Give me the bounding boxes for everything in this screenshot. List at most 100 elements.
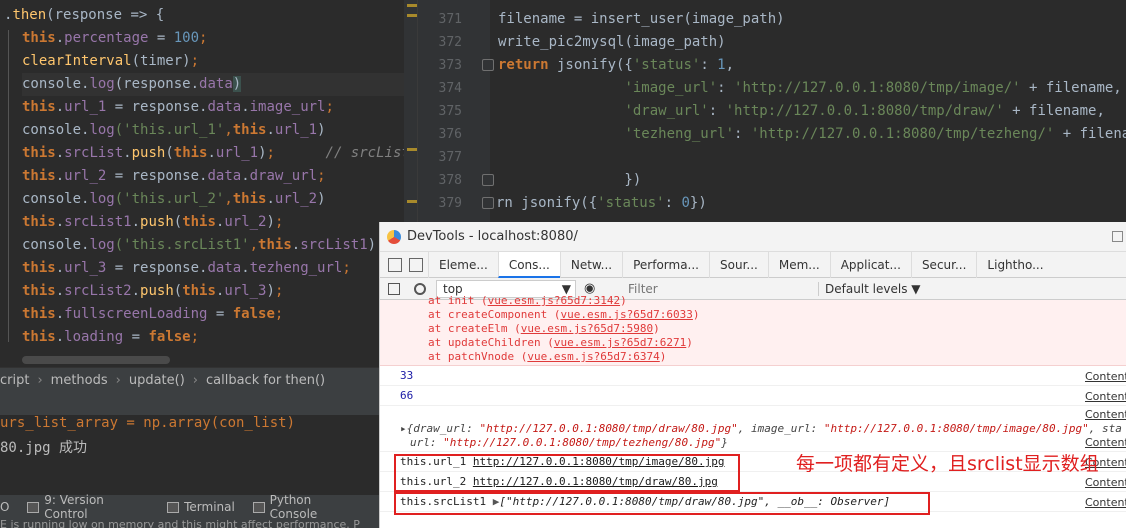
code-line[interactable]: this.url_3 = response.data.tezheng_url; <box>22 257 412 280</box>
stack-frame: at patchVnode (vue.esm.js?65d7:6374) <box>428 350 667 363</box>
line-number: 378 <box>438 173 462 188</box>
code-line[interactable]: filename = insert_user(image_path) <box>498 8 785 31</box>
code-line[interactable]: this.url_1 = response.data.image_url; <box>22 96 412 119</box>
stack-frame: at updateChildren (vue.esm.js?65d7:6271) <box>428 336 693 349</box>
breadcrumb-item[interactable]: methods <box>51 373 108 388</box>
code-line[interactable]: }) <box>498 169 641 192</box>
stack-source-link[interactable]: vue.esm.js?65d7:3142 <box>488 294 620 307</box>
log-levels-dropdown[interactable]: Default levels ▼ <box>818 281 921 296</box>
stripe-mark[interactable] <box>407 148 417 151</box>
code-line[interactable]: 'draw_url': 'http://127.0.0.1:8080/tmp/d… <box>498 100 1104 123</box>
line-number-gutter: 371 372 373 374 375 376 377 378 379 <box>418 0 494 222</box>
stack-frame: at init (vue.esm.js?65d7:3142) <box>428 294 627 307</box>
tool-tab[interactable]: O <box>0 500 9 514</box>
code-line[interactable]: this.srcList1.push(this.url_2); <box>22 211 412 234</box>
stripe-mark[interactable] <box>407 14 417 17</box>
stack-source-link[interactable]: vue.esm.js?65d7:6374 <box>527 350 659 363</box>
log-number: 33 <box>400 369 414 382</box>
error-stacktrace: at init (vue.esm.js?65d7:3142) at createC… <box>380 294 1126 366</box>
fold-icon[interactable] <box>482 197 494 209</box>
log-entry-object[interactable]: Content ▸{draw_url: "http://127.0.0.1:80… <box>380 406 1126 452</box>
object-preview-line1: ▸{draw_url: "http://127.0.0.1:8080/tmp/d… <box>400 422 1122 435</box>
chevron-right-icon: › <box>115 373 121 388</box>
log-entry: 33 Content <box>380 366 1126 386</box>
stripe-mark[interactable] <box>407 4 417 7</box>
stripe-mark[interactable] <box>407 200 417 203</box>
tab-elements[interactable]: Eleme... <box>428 251 498 278</box>
expand-arrow-icon[interactable]: ▸ <box>400 422 407 435</box>
code-line[interactable]: this.url_2 = response.data.draw_url; <box>22 165 412 188</box>
fold-icon[interactable] <box>482 59 494 71</box>
code-line[interactable]: this.loading = false; <box>22 326 412 349</box>
code-line[interactable]: console.log('this.url_1',this.url_1) <box>22 119 412 142</box>
branch-icon <box>27 501 40 513</box>
tab-sources[interactable]: Sour... <box>709 251 768 278</box>
devtools-titlebar: DevTools - localhost:8080/ <box>380 222 1126 252</box>
status-bar: E is running low on memory and this migh… <box>0 519 379 528</box>
code-line[interactable]: console.log('this.srcList1',this.srcList… <box>22 234 412 257</box>
code-line[interactable]: .then(response => { <box>4 4 394 27</box>
code-line[interactable]: 'tezheng_url': 'http://127.0.0.1:8080/tm… <box>498 123 1126 146</box>
sidebar-toggle-icon[interactable] <box>388 282 400 295</box>
source-link[interactable]: Content <box>1085 436 1126 449</box>
stack-source-link[interactable]: vue.esm.js?65d7:5980 <box>521 322 653 335</box>
inspect-icon[interactable] <box>388 257 402 272</box>
terminal-tab[interactable]: Terminal <box>167 500 235 514</box>
eye-icon[interactable]: ◉ <box>584 282 596 295</box>
line-number: 377 <box>438 150 462 165</box>
fold-guide <box>8 30 9 342</box>
breadcrumb-item[interactable]: callback for then() <box>206 373 325 388</box>
source-link[interactable]: Content <box>1085 370 1126 383</box>
code-line[interactable]: clearInterval(timer); <box>22 50 412 73</box>
line-number: 372 <box>438 35 462 50</box>
tab-network[interactable]: Netw... <box>559 251 622 278</box>
version-control-tab[interactable]: 9: Version Control <box>27 493 149 521</box>
panel-header <box>0 393 417 415</box>
tab-performance[interactable]: Performa... <box>622 251 709 278</box>
tab-application[interactable]: Applicat... <box>829 251 911 278</box>
device-toggle-icon[interactable] <box>409 257 423 272</box>
source-link[interactable]: Content <box>1085 390 1126 403</box>
maximize-icon[interactable] <box>1112 231 1123 242</box>
code-line[interactable]: this.fullscreenLoading = false; <box>22 303 412 326</box>
code-line[interactable]: console.log('this.url_2',this.url_2) <box>22 188 412 211</box>
source-link[interactable]: Content <box>1085 408 1126 421</box>
filter-input[interactable] <box>624 279 814 298</box>
tab-memory[interactable]: Mem... <box>767 251 830 278</box>
code-line[interactable]: 'image_url': 'http://127.0.0.1:8080/tmp/… <box>498 77 1121 100</box>
breadcrumb-item[interactable]: update() <box>129 373 185 388</box>
tab-security[interactable]: Secur... <box>910 251 976 278</box>
left-code-editor[interactable]: .then(response => {this.percentage = 100… <box>0 0 417 367</box>
tool-tab-label: Python Console <box>269 493 318 521</box>
annotation-text: 每一项都有定义，且srclist显示数组 <box>796 453 1099 475</box>
fold-icon[interactable] <box>482 174 494 186</box>
right-code-editor[interactable]: 371 372 373 374 375 376 377 378 379 filename = i… <box>417 0 1126 222</box>
log-entry: 66 Content <box>380 386 1126 406</box>
devtools-title: DevTools - localhost:8080/ <box>407 229 578 244</box>
code-line[interactable]: this.srcList2.push(this.url_3); <box>22 280 412 303</box>
python-icon <box>252 501 265 513</box>
console-line: 80.jpg 成功 <box>0 440 88 456</box>
stack-source-link[interactable]: vue.esm.js?65d7:6271 <box>554 336 686 349</box>
clear-console-icon[interactable] <box>414 282 426 295</box>
console-line: urs_list_array = np.array(con_list) <box>0 415 296 431</box>
code-line[interactable]: console.log(response.data) <box>22 73 412 96</box>
tool-window-bar: O 9: Version Control Terminal Python Con… <box>0 493 379 521</box>
code-line[interactable]: this.percentage = 100; <box>22 27 412 50</box>
source-link[interactable]: Content <box>1085 496 1126 509</box>
chrome-icon <box>387 229 401 244</box>
stack-source-link[interactable]: vue.esm.js?65d7:6033 <box>560 308 692 321</box>
breadcrumb-item[interactable]: cript <box>0 373 29 388</box>
annotation-box-srclist <box>394 492 930 515</box>
code-line[interactable]: return jsonify({'status': 1, <box>498 54 734 77</box>
code-line[interactable]: rn jsonify({'status': 0}) <box>496 192 707 215</box>
code-line[interactable]: this.srcList.push(this.url_1); // srcLis… <box>22 142 412 165</box>
chevron-right-icon: › <box>37 373 43 388</box>
tab-lighthouse[interactable]: Lightho... <box>976 251 1053 278</box>
tab-console[interactable]: Cons... <box>497 251 560 278</box>
chevron-right-icon: › <box>192 373 198 388</box>
python-console-tab[interactable]: Python Console <box>252 493 361 521</box>
code-line[interactable]: write_pic2mysql(image_path) <box>498 31 726 54</box>
horizontal-scrollbar[interactable] <box>22 356 170 364</box>
tool-tab-label: 9: Version Control <box>44 493 104 521</box>
